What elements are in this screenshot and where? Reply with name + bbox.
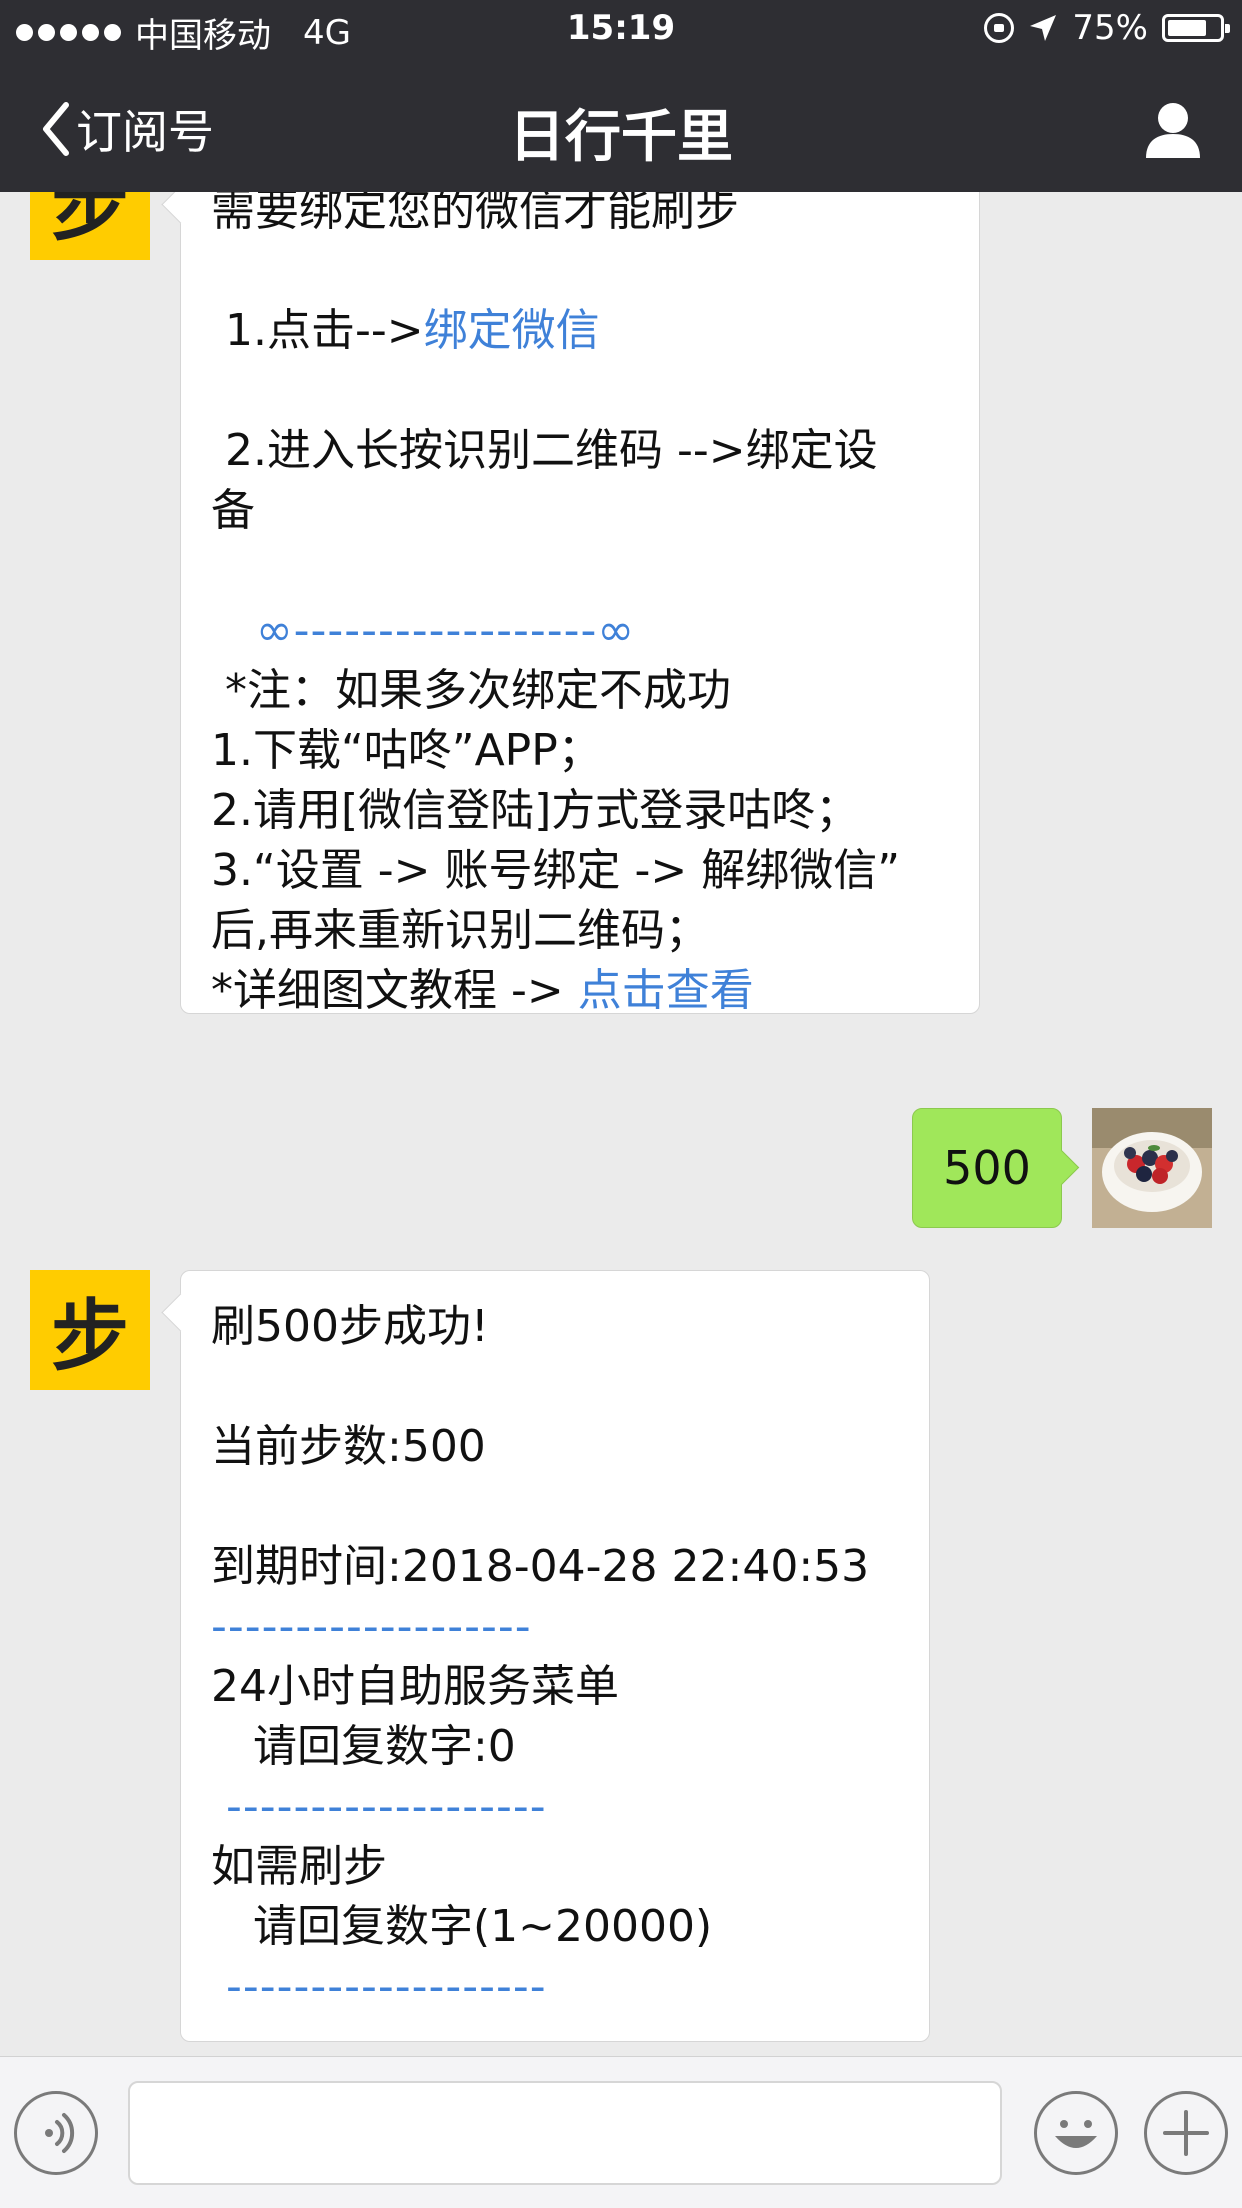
detail-prefix: *详细图文教程 -> xyxy=(211,965,578,1016)
bot-avatar[interactable]: 步 xyxy=(30,192,150,260)
message-text: 3.“设置 -> 账号绑定 -> 解绑微信” xyxy=(211,845,901,896)
message-text: 2.请用[微信登陆]方式登录咕咚； xyxy=(211,785,860,836)
message-text: 刷500步成功! xyxy=(211,1301,489,1352)
message-text: 1.点击-->绑定微信 xyxy=(211,301,949,361)
message-text: 请回复数字:0 xyxy=(211,1721,516,1772)
voice-button[interactable] xyxy=(14,2091,98,2175)
emoji-icon xyxy=(1055,2120,1097,2148)
message-text: *注：如果多次绑定不成功 xyxy=(211,665,731,716)
nav-bar: 订阅号 日行千里 xyxy=(0,62,1242,192)
status-right: 75% xyxy=(984,8,1230,48)
rotation-lock-icon xyxy=(984,13,1015,43)
bot-message-bind-instructions: 需要绑定您的微信才能刷步 1.点击-->绑定微信 2.进入长按识别二维码 -->… xyxy=(180,192,980,1016)
message-text: 如需刷步 xyxy=(211,1841,387,1892)
battery-icon xyxy=(1162,14,1230,42)
message-text: *详细图文教程 -> 点击查看 xyxy=(211,961,949,1021)
message-text: 24小时自助服务菜单 xyxy=(211,1661,619,1712)
chat-area[interactable]: 步 需要绑定您的微信才能刷步 1.点击-->绑定微信 2.进入长按识别二维码 -… xyxy=(0,192,1242,2056)
view-tutorial-link[interactable]: 点击查看 xyxy=(578,965,754,1016)
status-bar: 中国移动 4G 15:19 75% xyxy=(0,0,1242,62)
divider: ∞------------------∞ xyxy=(211,605,636,656)
user-avatar[interactable] xyxy=(1092,1108,1212,1228)
fruit-bowl-image xyxy=(1092,1108,1212,1228)
message-text: 请回复数字(1~20000) xyxy=(211,1901,713,1952)
message-text: 2.进入长按识别二维码 -->绑定设 xyxy=(211,425,878,476)
page-title: 日行千里 xyxy=(509,105,733,170)
input-bar xyxy=(0,2056,1242,2208)
emoji-button[interactable] xyxy=(1034,2091,1118,2175)
bot-avatar[interactable]: 步 xyxy=(30,1270,150,1390)
bind-wechat-link[interactable]: 绑定微信 xyxy=(424,305,600,356)
step1-prefix: 1.点击--> xyxy=(211,305,424,356)
person-icon[interactable] xyxy=(1142,98,1204,160)
message-input[interactable] xyxy=(128,2081,1002,2185)
message-text: 后,再来重新识别二维码； xyxy=(211,905,709,956)
user-message: 500 xyxy=(912,1108,1062,1228)
divider: ------------------- xyxy=(211,1601,532,1652)
bot-message-success: 刷500步成功! 当前步数:500 到期时间:2018-04-28 22:40:… xyxy=(180,1270,930,2042)
plus-icon xyxy=(1163,2110,1209,2156)
message-text: 1.下载“咕咚”APP； xyxy=(211,725,602,776)
message-text: 需要绑定您的微信才能刷步 xyxy=(211,192,739,236)
message-text: 备 xyxy=(211,485,255,536)
more-button[interactable] xyxy=(1144,2091,1228,2175)
location-arrow-icon xyxy=(1030,15,1057,41)
battery-fill xyxy=(1168,20,1206,36)
current-steps: 当前步数:500 xyxy=(211,1421,486,1472)
battery-percent: 75% xyxy=(1072,8,1148,48)
voice-icon xyxy=(45,2113,75,2153)
divider: ------------------- xyxy=(211,1961,547,2012)
expiry-time: 到期时间:2018-04-28 22:40:53 xyxy=(211,1541,870,1592)
divider: ------------------- xyxy=(211,1781,547,1832)
